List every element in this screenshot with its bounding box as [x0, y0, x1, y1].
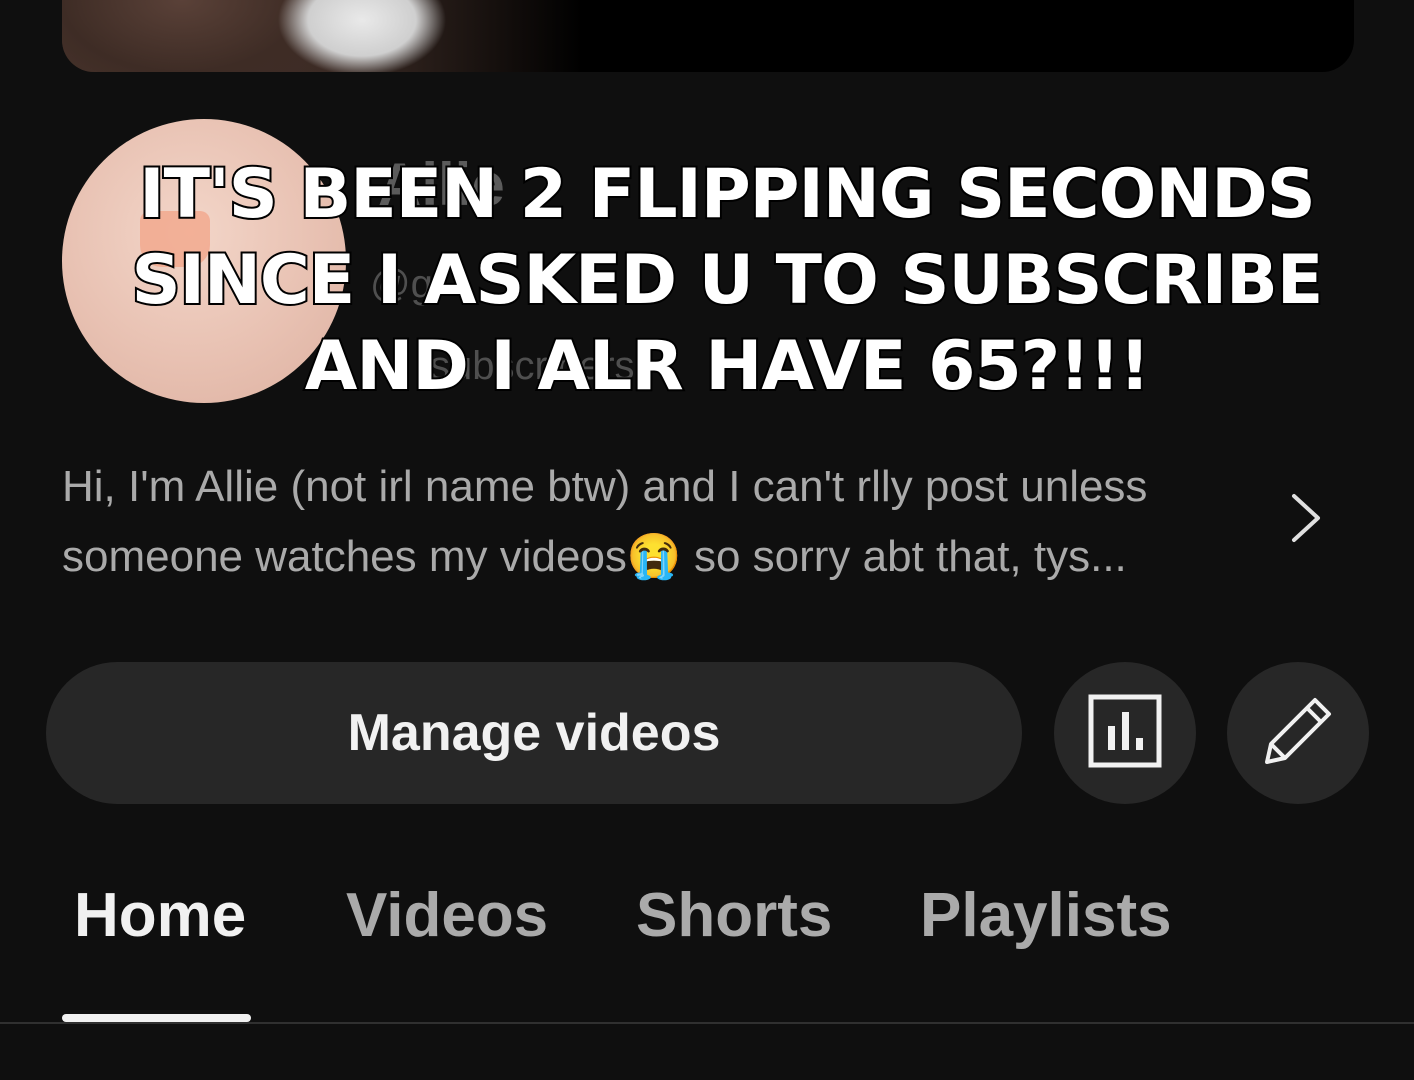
- manage-videos-label: Manage videos: [347, 704, 721, 762]
- chevron-right-icon[interactable]: [1286, 492, 1326, 544]
- tab-home[interactable]: Home: [74, 880, 246, 951]
- caption-line: AND I ALR HAVE 65?!!!: [303, 325, 1152, 408]
- caption-line: SINCE I ASKED U TO SUBSCRIBE: [130, 239, 1326, 322]
- channel-page: Allie @g subscribers IT'S BEEN 2 FLIPPIN…: [0, 0, 1414, 1080]
- tab-playlists[interactable]: Playlists: [920, 880, 1172, 951]
- video-caption-overlay: IT'S BEEN 2 FLIPPING SECONDS SINCE I ASK…: [40, 152, 1414, 410]
- manage-videos-button[interactable]: Manage videos: [46, 662, 1022, 804]
- edit-channel-button[interactable]: [1227, 662, 1369, 804]
- tab-videos[interactable]: Videos: [346, 880, 548, 951]
- channel-description[interactable]: Hi, I'm Allie (not irl name btw) and I c…: [62, 452, 1262, 592]
- channel-banner: [62, 0, 1354, 72]
- caption-line: IT'S BEEN 2 FLIPPING SECONDS: [137, 153, 1317, 236]
- tab-shorts[interactable]: Shorts: [636, 880, 832, 951]
- tabs-divider: [0, 1022, 1414, 1024]
- analytics-icon: [1088, 694, 1162, 773]
- channel-tabs: Home Videos Shorts Playlists: [0, 880, 1414, 1024]
- active-tab-indicator: [62, 1014, 251, 1022]
- pencil-icon: [1259, 692, 1337, 775]
- analytics-button[interactable]: [1054, 662, 1196, 804]
- banner-image: [62, 0, 582, 72]
